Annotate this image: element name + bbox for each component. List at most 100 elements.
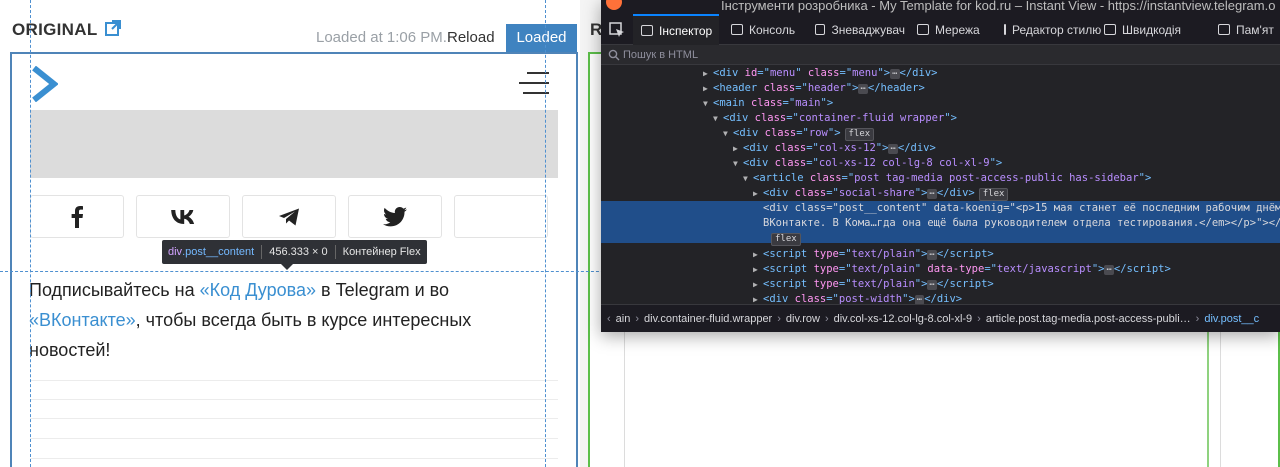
tab-memory[interactable]: Пам'ят (1210, 14, 1280, 45)
breadcrumb-separator-icon: › (977, 312, 981, 325)
collapsed-content-icon[interactable]: ⋯ (890, 69, 900, 79)
element-picker-icon[interactable] (609, 22, 625, 38)
dom-node[interactable]: ▼ <div class="row"> flex (601, 126, 1280, 141)
dom-close-tag: </script> (936, 278, 994, 290)
flex-badge[interactable]: flex (771, 233, 801, 246)
share-more-button[interactable] (454, 195, 548, 238)
divider (30, 399, 558, 400)
dom-node[interactable]: ▼ <main class="main"> (601, 96, 1280, 111)
collapsed-content-icon[interactable]: ⋯ (914, 295, 925, 304)
devtools-tabs: Інспектор Консоль Зневаджувач Мережа Редакто… (601, 14, 1280, 45)
collapsed-arrow-icon[interactable]: ▶ (703, 66, 713, 81)
dom-attr-name: class (807, 67, 840, 79)
collapsed-content-icon[interactable]: ⋯ (888, 144, 898, 154)
dom-node[interactable]: ▶ <script type="text/plain" data-type="te… (601, 262, 1280, 277)
tab-inspector[interactable]: Інспектор (633, 14, 719, 45)
breadcrumb-item[interactable]: ain (616, 313, 631, 325)
dom-attr-name: type (813, 248, 839, 260)
dom-tag: <div (713, 67, 739, 79)
kod-durova-link[interactable]: «Код Дурова» (200, 280, 316, 300)
collapsed-content-icon[interactable]: ⋯ (858, 84, 868, 94)
share-twitter-button[interactable] (348, 195, 442, 238)
dom-node[interactable]: ▶ <script type="text/plain"> ⋯ </script> (601, 277, 1280, 292)
logo-icon[interactable] (30, 66, 58, 102)
dom-node[interactable]: ▶ <div class="col-xs-12"> ⋯ </div> (601, 141, 1280, 156)
dom-node[interactable]: ▼ <div class="container-fluid wrapper"> (601, 111, 1280, 126)
dom-close-tag: </div> (897, 142, 936, 154)
expanded-arrow-icon[interactable]: ▼ (723, 126, 733, 141)
breadcrumb-item[interactable]: div.container-fluid.wrapper (644, 313, 772, 325)
dom-node-selected[interactable]: <div class="post__content" data-koenig="… (601, 201, 1280, 246)
result-guide-line (624, 332, 625, 467)
breadcrumb-scroll-left-icon[interactable]: ‹ (607, 313, 611, 325)
dom-punct: =" (757, 67, 770, 79)
dom-punct: =" (782, 97, 796, 109)
share-facebook-button[interactable] (30, 195, 124, 238)
dom-punct: =" (796, 127, 809, 139)
expanded-arrow-icon[interactable]: ▼ (743, 171, 753, 186)
dom-node[interactable]: ▼ <div class="col-xs-12 col-lg-8 col-xl-9… (601, 156, 1280, 171)
collapsed-content-icon[interactable]: ⋯ (927, 189, 937, 199)
expanded-arrow-icon[interactable]: ▼ (713, 111, 723, 126)
dom-node[interactable]: ▶ <div class="social-share"> ⋯ </div> flex (601, 186, 1280, 201)
dom-punct: =" (841, 172, 855, 184)
collapsed-content-icon[interactable]: ⋯ (927, 250, 937, 260)
dom-punct: =" (806, 157, 819, 169)
dom-tag: <article (753, 172, 804, 184)
share-telegram-button[interactable] (242, 195, 336, 238)
dom-node[interactable]: ▶ <div class="post-width"> ⋯ </div> (601, 292, 1280, 304)
flex-badge[interactable]: flex (844, 128, 875, 141)
dom-punct: > (995, 157, 1003, 169)
tab-style-editor[interactable]: Редактор стилю (996, 14, 1101, 45)
dom-node-text: ВКонтакте. В Кома…гда она ещё была руков… (763, 217, 1280, 229)
collapsed-content-icon[interactable]: ⋯ (1104, 265, 1114, 275)
expanded-arrow-icon[interactable]: ▼ (703, 96, 713, 111)
dom-tag: <script (763, 248, 808, 260)
dom-attr-value: menu (852, 67, 878, 79)
vkontakte-link[interactable]: «ВКонтакте» (29, 310, 136, 330)
dom-attr-value: col-xs-12 col-lg-8 col-xl-9 (818, 157, 990, 169)
breadcrumb-item[interactable]: article.post.tag-media.post-access-publi… (986, 313, 1191, 325)
divider (30, 458, 558, 459)
loaded-button[interactable]: Loaded (506, 24, 577, 52)
external-link-icon[interactable] (104, 19, 122, 37)
tab-label: Зневаджувач (831, 22, 905, 37)
expanded-arrow-icon[interactable]: ▼ (733, 156, 743, 171)
html-search-input[interactable] (623, 47, 1263, 63)
tab-debugger[interactable]: Зневаджувач (807, 14, 905, 45)
collapsed-arrow-icon[interactable]: ▶ (733, 141, 743, 156)
breadcrumb-item[interactable]: div.col-xs-12.col-lg-8.col-xl-9 (834, 313, 973, 325)
flex-badge[interactable]: flex (978, 188, 1009, 201)
dom-node[interactable]: ▼ <article class="post tag-media post-acc… (601, 171, 1280, 186)
collapsed-arrow-icon[interactable]: ▶ (753, 277, 763, 292)
collapsed-arrow-icon[interactable]: ▶ (753, 292, 763, 304)
dom-node[interactable]: ▶ <div id="menu" class="menu"> ⋯ </div> (601, 66, 1280, 81)
tooltip-size: 456.333 × 0 (269, 246, 328, 258)
collapsed-arrow-icon[interactable]: ▶ (753, 262, 763, 277)
dom-attr-value: text/plain (851, 278, 915, 290)
dom-punct: > (908, 293, 915, 304)
breadcrumb-item[interactable]: div.post__c (1204, 313, 1259, 325)
dom-attr-value: post tag-media post-access-public has-si… (854, 172, 1139, 184)
collapsed-arrow-icon[interactable]: ▶ (753, 186, 763, 201)
dom-tree: ▶ <div id="menu" class="menu"> ⋯ </div> ▶ <he… (601, 66, 1280, 304)
tab-network[interactable]: Мережа (909, 14, 993, 45)
collapsed-arrow-icon[interactable]: ▶ (703, 81, 713, 96)
tab-label: Швидкодія (1122, 22, 1182, 37)
dom-close-tag: </div> (899, 67, 938, 79)
dom-punct: =" (826, 293, 839, 304)
tab-performance[interactable]: Швидкодія (1096, 14, 1206, 45)
highlight-guide-right (545, 0, 546, 467)
dom-node[interactable]: ▶ <header class="header"> ⋯ </header> (601, 81, 1280, 96)
collapsed-content-icon[interactable]: ⋯ (927, 280, 937, 290)
dom-node[interactable]: ▶ <script type="text/plain"> ⋯ </script> (601, 247, 1280, 262)
reload-link[interactable]: Reload (447, 29, 495, 46)
dom-attr-name: class (794, 187, 827, 199)
dom-tag: <div (743, 142, 769, 154)
tab-console[interactable]: Консоль (723, 14, 803, 45)
share-vk-button[interactable] (136, 195, 230, 238)
dom-punct: > (834, 127, 841, 139)
collapsed-arrow-icon[interactable]: ▶ (753, 247, 763, 262)
dom-close-tag: </script> (936, 248, 994, 260)
breadcrumb-item[interactable]: div.row (786, 313, 820, 325)
